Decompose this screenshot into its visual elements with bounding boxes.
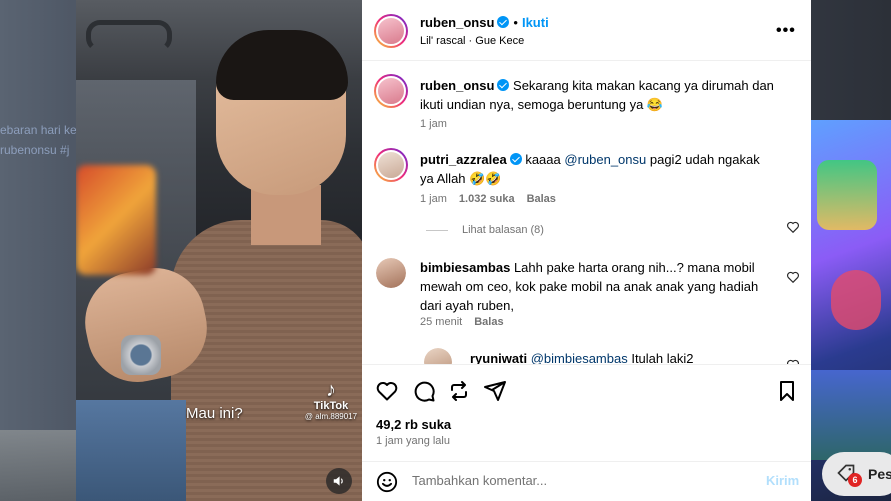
author-avatar[interactable] <box>374 14 408 48</box>
emoji-icon[interactable] <box>376 471 398 493</box>
send-button[interactable]: Kirim <box>766 473 799 488</box>
follow-button[interactable]: Ikuti <box>522 15 549 30</box>
add-comment-bar: Tambahkan komentar... Kirim <box>362 461 811 501</box>
promo-label: Pes <box>868 466 891 482</box>
promo-badge: 6 <box>848 473 862 487</box>
tiktok-watermark: ♪ TikTok @ alm.889017 <box>302 380 360 421</box>
comment-body: bimbiesambas Lahh pake harta orang nih..… <box>420 258 770 315</box>
comment-time: 1 jam <box>420 118 447 130</box>
comment-body: ryuniwati @bimbiesambas Itulah laki2 <box>470 349 780 364</box>
post-actions: 49,2 rb suka 1 jam yang lalu <box>362 364 811 460</box>
comment-time: 25 menit <box>420 316 463 328</box>
comment-time: 1 jam <box>420 193 447 205</box>
commenter-username[interactable]: putri_azzralea <box>420 152 507 167</box>
separator-dot: • <box>513 15 518 30</box>
repost-icon[interactable] <box>447 379 471 403</box>
commenter-username[interactable]: ryuniwati <box>470 351 527 364</box>
comment-input[interactable]: Tambahkan komentar... <box>412 473 547 488</box>
commenter-avatar[interactable] <box>374 74 408 108</box>
view-replies-label: Lihat balasan (8) <box>462 224 544 236</box>
comment-body: ruben_onsu Sekarang kita makan kacang ya… <box>420 76 790 114</box>
author-username[interactable]: ruben_onsu <box>420 15 494 30</box>
volume-button[interactable] <box>326 468 352 494</box>
reply-button[interactable]: Balas <box>527 193 556 205</box>
comment-likes[interactable]: 1.032 suka <box>459 193 515 205</box>
background-text-line: ebaran hari ke <box>0 123 76 137</box>
tiktok-logo-icon: ♪ <box>326 379 336 401</box>
comment-meta: 1 jam 1.032 suka Balas <box>420 193 556 205</box>
comment-text: Itulah laki2 <box>627 351 694 364</box>
view-replies[interactable]: Lihat balasan (8) <box>426 224 544 236</box>
commenter-username[interactable]: ruben_onsu <box>420 78 494 93</box>
commenter-username[interactable]: bimbiesambas <box>420 260 510 275</box>
tiktok-handle: @ alm.889017 <box>304 412 358 421</box>
video-caption: Mau ini? <box>186 405 243 422</box>
tiktok-brand: TikTok <box>313 400 349 412</box>
background-thumbnail <box>0 430 76 501</box>
video-player[interactable]: Mau ini? ♪ TikTok @ alm.889017 <box>76 0 362 501</box>
share-icon[interactable] <box>483 379 507 403</box>
post-time: 1 jam yang lalu <box>376 435 450 447</box>
likes-count[interactable]: 49,2 rb suka <box>376 417 451 432</box>
verified-icon <box>497 16 510 28</box>
verified-icon <box>497 79 510 91</box>
like-comment-icon[interactable] <box>786 270 800 284</box>
tag-icon: 6 <box>836 463 862 487</box>
post-panel: ruben_onsu • Ikuti Lil' rascal · Gue Kece … <box>362 0 811 501</box>
audio-info[interactable]: Lil' rascal · Gue Kece <box>420 35 524 47</box>
heart-icon[interactable] <box>375 379 399 403</box>
comment-mention[interactable]: @ruben_onsu <box>564 152 646 167</box>
background-text-line: rubenonsu #j <box>0 143 70 157</box>
post-header: ruben_onsu • Ikuti Lil' rascal · Gue Kece … <box>362 0 811 61</box>
comment-body: putri_azzralea kaaaa @ruben_onsu pagi2 u… <box>420 150 770 188</box>
background-post-text: ebaran hari ke rubenonsu #j <box>0 120 76 160</box>
reply-button[interactable]: Balas <box>474 316 503 328</box>
comment-text-prefix: kaaaa <box>525 152 565 167</box>
replies-divider <box>426 229 448 231</box>
background-right-image <box>811 120 891 501</box>
screen: ebaran hari ke rubenonsu #j 6 Pes Mau in… <box>0 0 891 501</box>
comment-icon[interactable] <box>412 379 436 403</box>
bookmark-icon[interactable] <box>775 379 799 403</box>
promo-pill[interactable]: 6 Pes <box>822 452 891 496</box>
speaker-icon <box>333 476 343 486</box>
like-comment-icon[interactable] <box>786 220 800 234</box>
comment-mention[interactable]: @bimbiesambas <box>531 351 628 364</box>
commenter-avatar[interactable] <box>376 258 406 288</box>
comment-meta: 25 menit Balas <box>420 316 504 328</box>
verified-icon <box>509 153 522 165</box>
comments-list[interactable]: ruben_onsu Sekarang kita makan kacang ya… <box>362 62 811 364</box>
more-options-icon[interactable]: ••• <box>776 22 796 40</box>
commenter-avatar[interactable] <box>424 348 452 364</box>
commenter-avatar[interactable] <box>374 148 408 182</box>
